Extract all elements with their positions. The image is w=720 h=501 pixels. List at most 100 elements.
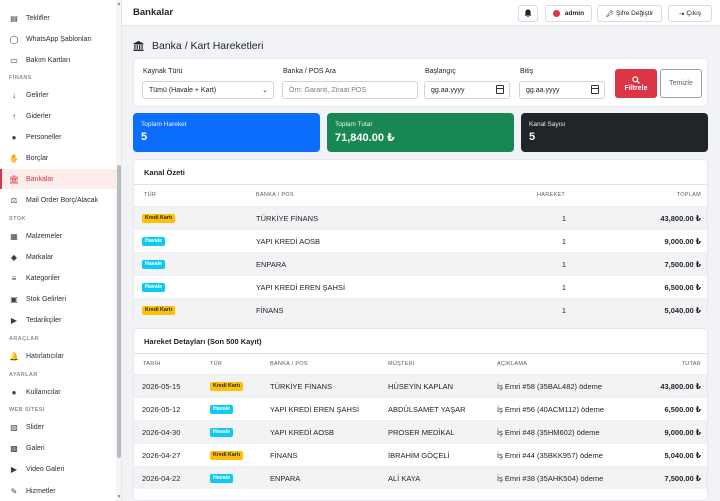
stat-channel-count: Kanal Sayısı 5 (521, 113, 708, 152)
sidebar-item-giderler[interactable]: ↑ Giderler (0, 106, 116, 126)
sidebar-item-hatirlaticilar[interactable]: 🔔 Hatırlatıcılar (0, 346, 116, 366)
document-icon: ▤ (10, 13, 18, 23)
sidebar-section-label: AYARLAR (9, 372, 38, 378)
type-cell: Havale (210, 398, 234, 421)
sidebar-item-bankalar[interactable]: 🏛 Bankalar (0, 169, 116, 189)
sidebar-section-label: STOK (9, 216, 26, 222)
sidebar-scrollbar-thumb[interactable] (117, 165, 121, 458)
sidebar-item-borclar[interactable]: ✋ Borçlar (0, 148, 116, 168)
type-badge: Havale (210, 474, 234, 483)
source-type-select[interactable]: Tümü (Havale + Kart) ⌄ (142, 81, 274, 99)
sidebar-item-kullanicilar[interactable]: ● Kullanıcılar (0, 382, 116, 402)
stat-channel-count-value: 5 (529, 131, 536, 143)
sidebar-item-bakim[interactable]: ▭ Bakım Kartları (0, 50, 116, 70)
clear-button[interactable]: Temizle (660, 69, 702, 98)
end-date-input[interactable]: gg.aa.yyyy (519, 81, 605, 99)
bank-cell: ENPARA (256, 260, 287, 269)
table-row: Kredi Kartı FİNANS 1 5,040.00 ₺ (134, 298, 707, 321)
user-avatar-icon (552, 10, 560, 17)
truck-icon: ▶ (10, 315, 18, 325)
logout-label: Çıkış (686, 10, 702, 17)
amount-cell: 6,500.00 ₺ (664, 405, 702, 414)
bank-cell: YAPI KREDİ EREN ŞAHSİ (256, 283, 346, 292)
type-cell: Havale (210, 467, 234, 490)
type-badge: Havale (142, 237, 166, 246)
sidebar-nav: ▤ Teklifler ◯ WhatsApp Şablonları ▭ Bakım Kar… (0, 0, 116, 501)
sidebar-item-malzemeler[interactable]: ▦ Malzemeler (0, 226, 116, 246)
change-password-button[interactable]: 🔑︎ Şifre Değiştir (597, 5, 662, 22)
sidebar-item-tedarikciler[interactable]: ▶ Tedarikçiler (0, 310, 116, 330)
sidebar-item-mailorder[interactable]: ⚖ Mail Order Borç/Alacak (0, 190, 116, 210)
filter-card: Kaynak Türü Tümü (Havale + Kart) ⌄ Banka… (133, 58, 708, 107)
tag-icon: ◆ (10, 252, 18, 262)
sidebar-item-label: Bakım Kartları (26, 56, 71, 64)
sidebar-item-markalar[interactable]: ◆ Markalar (0, 247, 116, 267)
sidebar-item-whatsapp[interactable]: ◯ WhatsApp Şablonları (0, 29, 116, 49)
notifications-button[interactable] (518, 5, 538, 22)
bank-search-placeholder: Örn: Garanti, Ziraat POS (289, 86, 367, 94)
sidebar-item-label: Personeller (26, 133, 62, 141)
sidebar-item-label: Video Galeri (26, 465, 65, 473)
type-badge: Havale (142, 283, 166, 292)
page-title-text: Banka / Kart Hareketleri (152, 40, 264, 52)
type-cell: Havale (142, 253, 166, 276)
stat-total-amount: Toplam Tutar 71,840.00 ₺ (327, 113, 514, 152)
arrow-down-icon: ↓ (12, 90, 16, 100)
calendar-icon[interactable] (591, 85, 599, 94)
moves-cell: 1 (561, 237, 566, 246)
chevron-down-icon: ⌄ (262, 87, 268, 94)
description-cell: İş Emri #48 (35HM602) ödeme (497, 428, 600, 437)
sidebar-item-label: Malzemeler (26, 232, 63, 240)
sidebar-item-personeller[interactable]: ● Personeller (0, 127, 116, 147)
sidebar-item-videogaleri[interactable]: ▶ Video Galeri (0, 459, 116, 479)
hand-icon: ✋ (9, 153, 19, 163)
sidebar-item-label: Tedarikçiler (26, 316, 62, 324)
type-badge: Kredi Kartı (142, 214, 176, 223)
sidebar-item-kategoriler[interactable]: ≡ Kategoriler (0, 268, 116, 288)
filter-button[interactable]: Filtrele (615, 69, 657, 98)
start-date-label: Başlangıç (425, 68, 456, 75)
card-icon: ▭ (10, 55, 18, 65)
description-cell: İş Emri #56 (40ACM112) ödeme (497, 405, 604, 414)
sidebar-item-label: Borçlar (26, 154, 49, 162)
user-menu-button[interactable]: admin (545, 5, 592, 22)
key-icon: 🔑︎ (605, 10, 615, 18)
divider (134, 184, 707, 185)
sidebar-item-hizmetler[interactable]: ✎ Hizmetler (0, 481, 116, 501)
sidebar-item-galeri[interactable]: ▩ Galeri (0, 438, 116, 458)
table-row: 2026-04-22 Havale ENPARA ALİ KAYA İş Emri #3… (134, 466, 707, 489)
sidebar-item-gelirler[interactable]: ↓ Gelirler (0, 85, 116, 105)
sidebar-item-label: Giderler (26, 112, 51, 120)
topbar-brand: Bankalar (133, 7, 174, 18)
sidebar: ▤ Teklifler ◯ WhatsApp Şablonları ▭ Bakım Kar… (0, 0, 122, 501)
end-date-label: Bitiş (520, 68, 534, 75)
sidebar-item-slider[interactable]: ▨ Slider (0, 417, 116, 437)
sidebar-item-stokgelirleri[interactable]: ▣ Stok Gelirleri (0, 289, 116, 309)
col-bank-header: BANKA / POS (256, 192, 294, 198)
calendar-icon[interactable] (496, 85, 504, 94)
table-row: 2026-04-27 Kredi Kartı FİNANS İBRAHİM GÖÇEL… (134, 443, 707, 466)
stat-total-moves-label: Toplam Hareket (141, 121, 187, 128)
total-cell: 5,040.00 ₺ (664, 306, 702, 315)
total-cell: 7,500.00 ₺ (664, 260, 702, 269)
description-cell: İş Emri #38 (35AHK504) ödeme (497, 474, 604, 483)
sidebar-item-label: Galeri (26, 444, 45, 452)
bank-cell: ENPARA (270, 474, 301, 483)
bank-search-input[interactable]: Örn: Garanti, Ziraat POS (282, 81, 418, 99)
start-date-input[interactable]: gg.aa.yyyy (424, 81, 510, 99)
stat-total-amount-value: 71,840.00 ₺ (335, 132, 395, 144)
logout-button[interactable]: ⇥ Çıkış (668, 5, 712, 22)
sidebar-item-teklifler[interactable]: ▤ Teklifler (0, 8, 116, 28)
video-icon: ▶ (10, 464, 18, 474)
sidebar-item-label: Kullanıcılar (26, 388, 61, 396)
col-type-header: TÜR (144, 192, 157, 198)
col-type-header: TÜR (210, 361, 223, 367)
amount-cell: 5,040.00 ₺ (664, 451, 702, 460)
movements-card: Hareket Detayları (Son 500 Kayıt) TARİH … (133, 328, 708, 501)
sidebar-item-label: Markalar (26, 253, 54, 261)
scale-icon: ⚖ (10, 195, 18, 205)
type-cell: Kredi Kartı (142, 299, 176, 322)
customer-cell: ABDÜLSAMET YAŞAR (388, 405, 466, 414)
table-row: 2026-04-30 Havale YAPI KREDİ AOSB PROSER ME… (134, 420, 707, 443)
scroll-down-arrow[interactable]: ▼ (116, 494, 121, 500)
